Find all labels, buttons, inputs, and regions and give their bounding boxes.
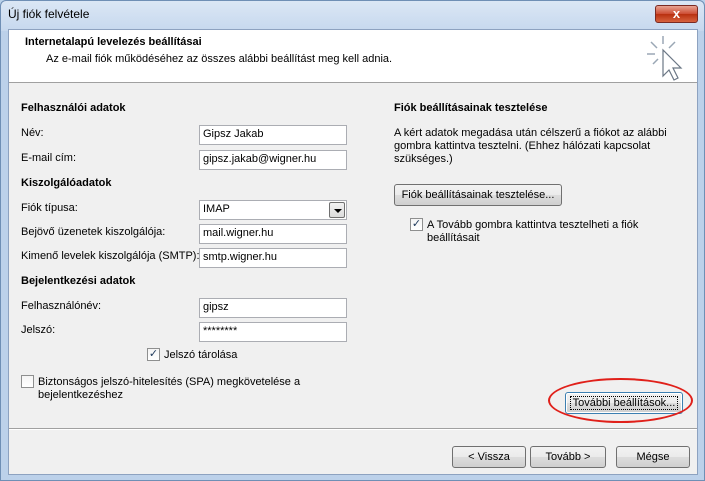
password-input[interactable]: ********: [199, 322, 347, 342]
window-title: Új fiók felvétele: [8, 7, 90, 21]
test-settings-heading: Fiók beállításainak tesztelése: [394, 102, 548, 114]
footer-separator: [9, 428, 697, 430]
dialog-client-area: Internetalapú levelezés beállításai Az e…: [8, 29, 698, 475]
incoming-server-input[interactable]: mail.wigner.hu: [199, 224, 347, 244]
username-label: Felhasználónév:: [21, 300, 102, 312]
remember-password-checkbox[interactable]: ✓: [147, 348, 160, 361]
title-bar: Új fiók felvétele x: [1, 1, 704, 29]
next-button[interactable]: Tovább >: [530, 446, 606, 468]
login-info-heading: Bejelentkezési adatok: [21, 275, 136, 287]
close-button[interactable]: x: [655, 5, 698, 23]
account-type-select[interactable]: IMAP: [199, 200, 347, 220]
user-info-heading: Felhasználói adatok: [21, 102, 126, 114]
test-description-line3: szükséges.): [394, 153, 453, 165]
name-input[interactable]: Gipsz Jakab: [199, 125, 347, 145]
spa-label-line2: bejelentkezéshez: [38, 389, 124, 401]
auto-test-label-line1: A Tovább gombra kattintva tesztelheti a …: [427, 219, 639, 231]
header-title: Internetalapú levelezés beállításai: [25, 36, 202, 48]
test-description-line1: A kért adatok megadása után célszerű a f…: [394, 127, 667, 139]
server-info-heading: Kiszolgálóadatok: [21, 177, 112, 189]
spa-checkbox[interactable]: [21, 375, 34, 388]
back-button[interactable]: < Vissza: [452, 446, 526, 468]
username-input[interactable]: gipsz: [199, 298, 347, 318]
auto-test-checkbox[interactable]: ✓: [410, 218, 423, 231]
email-label: E-mail cím:: [21, 152, 76, 164]
test-description-line2: gombra kattintva tesztelni. (Ehhez hálóz…: [394, 140, 651, 152]
name-label: Név:: [21, 127, 44, 139]
wizard-header: Internetalapú levelezés beállításai Az e…: [9, 30, 697, 83]
account-type-value: IMAP: [203, 203, 230, 215]
auto-test-label-line2: beállításait: [427, 232, 480, 244]
dialog-window: Új fiók felvétele x Internetalapú levele…: [0, 0, 705, 481]
account-type-label: Fiók típusa:: [21, 202, 78, 214]
red-highlight-ellipse: [548, 378, 693, 423]
outgoing-server-label: Kimenő levelek kiszolgálója (SMTP):: [21, 250, 200, 262]
password-label: Jelszó:: [21, 324, 56, 336]
email-input[interactable]: gipsz.jakab@wigner.hu: [199, 150, 347, 170]
remember-password-label: Jelszó tárolása: [164, 349, 238, 361]
header-subtitle: Az e-mail fiók működéséhez az összes alá…: [46, 53, 393, 65]
outgoing-server-input[interactable]: smtp.wigner.hu: [199, 248, 347, 268]
wizard-cursor-icon: [647, 36, 683, 81]
incoming-server-label: Bejövő üzenetek kiszolgálója:: [21, 226, 166, 238]
spa-label-line1: Biztonságos jelszó-hitelesítés (SPA) meg…: [38, 376, 301, 388]
test-account-button[interactable]: Fiók beállításainak tesztelése...: [394, 184, 562, 206]
cancel-button[interactable]: Mégse: [616, 446, 690, 468]
chevron-down-icon[interactable]: [329, 202, 345, 218]
